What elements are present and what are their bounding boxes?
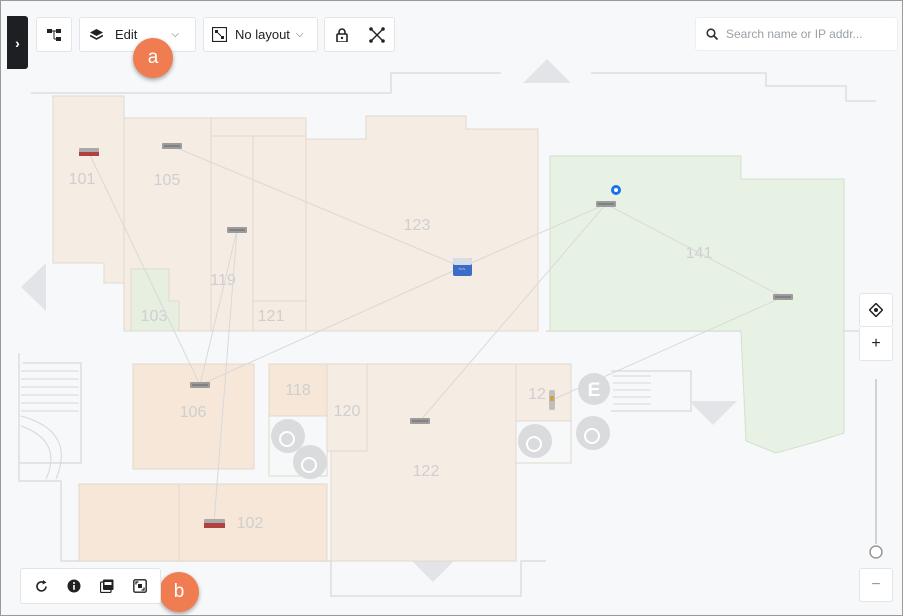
locate-button[interactable] bbox=[859, 293, 893, 327]
callout-b: b bbox=[159, 572, 199, 612]
switch-device-icon bbox=[79, 148, 99, 156]
room-label: 123 bbox=[404, 217, 431, 234]
topology-icon bbox=[47, 28, 61, 41]
switch-device-icon bbox=[204, 519, 225, 528]
room-label: 120 bbox=[334, 403, 361, 420]
side-drawer-toggle[interactable]: › bbox=[7, 16, 28, 69]
staircase-right bbox=[613, 375, 651, 405]
access-point-icon bbox=[773, 294, 793, 300]
zoom-slider-thumb[interactable] bbox=[869, 545, 883, 559]
device-search-box bbox=[695, 17, 898, 51]
access-point-icon bbox=[190, 382, 210, 388]
room-label: 105 bbox=[154, 172, 181, 189]
layout-dropdown[interactable]: No layout ⌵ bbox=[203, 17, 318, 52]
lock-icon bbox=[336, 27, 349, 42]
chevron-down-icon: ⌵ bbox=[171, 29, 179, 40]
refresh-icon bbox=[36, 579, 47, 592]
expand-nodes-button[interactable] bbox=[362, 20, 392, 50]
room-label: 103 bbox=[141, 308, 168, 325]
expand-nodes-icon bbox=[368, 26, 385, 43]
pdf-export-icon bbox=[99, 579, 114, 593]
room-block-upper bbox=[210, 117, 307, 137]
layers-icon bbox=[90, 28, 103, 40]
minus-icon: − bbox=[871, 576, 881, 593]
access-point-icon bbox=[410, 418, 430, 424]
info-button[interactable] bbox=[60, 572, 88, 600]
access-point-icon bbox=[596, 201, 616, 207]
search-input[interactable] bbox=[724, 26, 888, 42]
pan-down-arrow[interactable] bbox=[409, 558, 457, 582]
floor-plan-canvas[interactable]: 101 105 103 119 121 123 141 106 118 120 … bbox=[1, 1, 903, 616]
chevron-down-icon: ⌵ bbox=[295, 29, 304, 40]
elevator-icon: E bbox=[578, 373, 610, 405]
pan-up-arrow[interactable] bbox=[523, 59, 571, 83]
lock-button[interactable] bbox=[327, 20, 357, 50]
svg-text:~~: ~~ bbox=[458, 267, 466, 273]
room-102-left bbox=[78, 483, 180, 562]
map-tools-group bbox=[324, 17, 395, 52]
topology-view-button[interactable] bbox=[36, 17, 72, 52]
sensor-device-icon bbox=[549, 390, 555, 410]
zoom-in-button[interactable]: + bbox=[859, 327, 893, 361]
plus-icon: + bbox=[871, 334, 881, 352]
room-label: 106 bbox=[180, 404, 207, 421]
room-label: 118 bbox=[285, 382, 311, 399]
room-label: 102 bbox=[237, 515, 264, 532]
export-pdf-button[interactable] bbox=[93, 572, 121, 600]
room-101 bbox=[52, 95, 125, 284]
room-label: 122 bbox=[413, 463, 440, 480]
floor-map-view: 101 105 103 119 121 123 141 106 118 120 … bbox=[0, 0, 903, 616]
room-label: 12 bbox=[528, 386, 546, 403]
notification-badge-icon bbox=[611, 185, 621, 195]
pan-down-arrow-right[interactable] bbox=[689, 401, 737, 425]
chevron-right-icon: › bbox=[15, 34, 20, 51]
fit-screen-icon bbox=[132, 579, 147, 593]
access-point-icon bbox=[227, 227, 247, 233]
locate-icon bbox=[869, 303, 883, 317]
info-icon bbox=[67, 579, 81, 593]
room-label: 101 bbox=[69, 171, 96, 188]
auto-layout-icon bbox=[212, 27, 227, 42]
pan-left-arrow[interactable] bbox=[21, 263, 46, 311]
router-device-icon: ~~ bbox=[453, 258, 472, 276]
search-icon bbox=[706, 28, 718, 40]
fit-screen-button[interactable] bbox=[126, 572, 154, 600]
callout-a: a bbox=[133, 38, 173, 78]
refresh-button[interactable] bbox=[27, 572, 55, 600]
zoom-out-button[interactable]: − bbox=[859, 568, 893, 602]
rooms bbox=[52, 95, 845, 562]
room-label: 121 bbox=[258, 308, 285, 325]
access-point-icon bbox=[162, 143, 182, 149]
mode-dropdown-label: Edit bbox=[115, 27, 138, 42]
bottom-toolbar bbox=[20, 568, 161, 604]
layout-dropdown-label: No layout bbox=[235, 27, 290, 42]
room-corridor-col bbox=[252, 135, 307, 302]
